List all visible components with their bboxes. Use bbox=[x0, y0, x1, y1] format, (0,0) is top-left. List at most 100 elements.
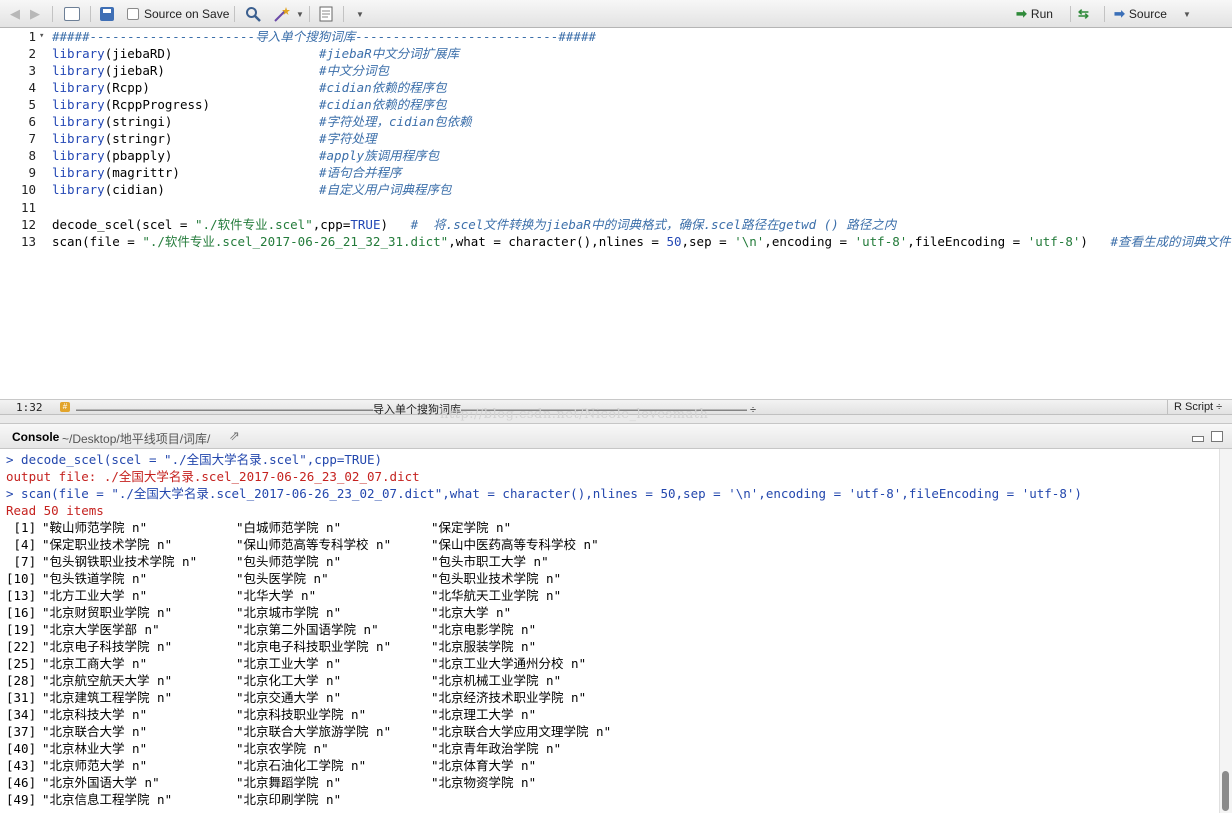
console-output-row: [19] "北京大学医学部 n" "北京第二外国语学院 n" "北京电影学院 n" bbox=[6, 621, 1206, 638]
scrollbar-thumb[interactable] bbox=[1222, 771, 1229, 811]
output-value: "北京信息工程学院 n" bbox=[42, 792, 173, 807]
save-icon[interactable] bbox=[100, 5, 114, 23]
output-value: "保定学院 n" bbox=[431, 520, 512, 535]
code-line[interactable]: 6 library(stringi) #字符处理，cidian包依赖 bbox=[0, 113, 1232, 130]
output-value: "包头医学院 n" bbox=[236, 571, 329, 586]
code-line[interactable]: 12 decode_scel(scel = "./软件专业.scel",cpp=T… bbox=[0, 216, 1232, 233]
watermark: http://blog.csdn.net/Nicole_lovesmath bbox=[440, 407, 709, 422]
code-text: #####----------------------导入单个搜狗词库-----… bbox=[52, 28, 596, 45]
toolbar-divider bbox=[343, 6, 344, 22]
console-output-row: [46] "北京外国语大学 n" "北京舞蹈学院 n" "北京物资学院 n" bbox=[6, 774, 1206, 791]
console-output-row: [7] "包头钢铁职业技术学院 n" "包头师范学院 n" "包头市职工大学 n" bbox=[6, 553, 1206, 570]
code-token: "./软件专业.scel_2017-06-26_21_32_31.dict" bbox=[142, 233, 449, 249]
source-on-save-checkbox[interactable] bbox=[127, 5, 139, 23]
chevron-down-icon[interactable]: ▼ bbox=[356, 5, 364, 23]
line-number: 9 bbox=[28, 165, 36, 181]
code-editor[interactable]: 1 ▾ #####----------------------导入单个搜狗词库---… bbox=[0, 28, 1232, 399]
code-comment: #语句合并程序 bbox=[319, 165, 402, 181]
code-line[interactable]: 3 library(jiebaR) #中文分词包 bbox=[0, 62, 1232, 79]
toolbar-divider bbox=[1104, 6, 1105, 22]
line-number: 3 bbox=[28, 63, 36, 79]
source-arrow-icon: ➡ bbox=[1114, 6, 1125, 21]
console-output[interactable]: > decode_scel(scel = "./全国大学名录.scel",cpp… bbox=[0, 449, 1219, 813]
output-value: "保定职业技术学院 n" bbox=[42, 537, 173, 552]
code-line[interactable]: 13 scan(file = "./软件专业.scel_2017-06-26_21… bbox=[0, 233, 1232, 250]
output-index: [10] bbox=[6, 571, 37, 586]
code-line[interactable]: 9 library(magrittr) #语句合并程序 bbox=[0, 164, 1232, 181]
code-line[interactable]: 10 library(cidian) #自定义用户词典程序包 bbox=[0, 181, 1232, 198]
output-value: "北京科技职业学院 n" bbox=[236, 707, 367, 722]
code-line[interactable]: 5 library(RcppProgress) #cidian依赖的程序包 bbox=[0, 96, 1232, 113]
output-value: "北京建筑工程学院 n" bbox=[42, 690, 173, 705]
compile-report-icon[interactable] bbox=[318, 5, 334, 23]
code-token: (jiebaRD) bbox=[104, 46, 173, 62]
chevron-down-icon[interactable]: ▼ bbox=[1183, 5, 1191, 23]
console-output-row: [1] "鞍山师范学院 n" "白城师范学院 n" "保定学院 n" bbox=[6, 519, 1206, 536]
line-number: 11 bbox=[20, 199, 36, 215]
code-token: library bbox=[52, 97, 105, 113]
output-value: "北京联合大学 n" bbox=[42, 724, 148, 739]
code-line[interactable]: 7 library(stringr) #字符处理 bbox=[0, 130, 1232, 147]
output-value: "北京第二外国语学院 n" bbox=[236, 622, 379, 637]
output-index: [4] bbox=[6, 537, 37, 552]
code-line[interactable]: 2 library(jiebaRD) #jiebaR中文分词扩展库 bbox=[0, 45, 1232, 62]
back-arrow-icon[interactable]: ◀ bbox=[10, 5, 20, 23]
code-line[interactable]: 8 library(pbapply) #apply族调用程序包 bbox=[0, 147, 1232, 164]
code-line[interactable]: 4 library(Rcpp) #cidian依赖的程序包 bbox=[0, 79, 1232, 96]
file-type-selector[interactable]: R Script ÷ bbox=[1174, 401, 1222, 413]
output-value: "保山师范高等专科学校 n" bbox=[236, 537, 392, 552]
output-value: "北京化工大学 n" bbox=[236, 673, 342, 688]
code-text: library(jiebaR) bbox=[52, 62, 165, 79]
code-text: library(stringr) bbox=[52, 130, 172, 147]
section-icon: # bbox=[60, 402, 70, 412]
console-output-row: [49] "北京信息工程学院 n" "北京印刷学院 n" bbox=[6, 791, 1206, 808]
code-token: library bbox=[52, 80, 105, 96]
output-value: "包头钢铁职业技术学院 n" bbox=[42, 554, 198, 569]
code-token: ,encoding = bbox=[764, 233, 855, 249]
output-value: "北华航天工业学院 n" bbox=[431, 588, 562, 603]
code-token: 'utf-8' bbox=[1027, 233, 1081, 249]
line-number: 7 bbox=[28, 131, 36, 147]
code-token: library bbox=[52, 148, 105, 164]
console-scrollbar[interactable] bbox=[1219, 449, 1232, 813]
code-token: (RcppProgress) bbox=[104, 97, 211, 113]
code-line[interactable]: 11 bbox=[0, 199, 1232, 216]
maximize-icon[interactable] bbox=[1211, 431, 1223, 442]
code-tools-wand-icon[interactable] bbox=[273, 5, 291, 23]
minimize-icon[interactable] bbox=[1192, 436, 1204, 442]
output-value: "北京青年政治学院 n" bbox=[431, 741, 562, 756]
line-number: 12 bbox=[20, 216, 36, 232]
search-icon[interactable] bbox=[245, 5, 261, 23]
output-index: [1] bbox=[6, 520, 37, 535]
output-index: [31] bbox=[6, 690, 37, 705]
output-value: "北京印刷学院 n" bbox=[236, 792, 342, 807]
console-tab[interactable]: Console bbox=[12, 430, 59, 444]
line-number: 1 bbox=[28, 29, 36, 44]
code-token: scan(file = bbox=[52, 233, 143, 249]
code-token: TRUE bbox=[350, 216, 381, 232]
show-in-window-icon[interactable] bbox=[64, 5, 80, 23]
chevron-down-icon[interactable]: ▼ bbox=[296, 5, 304, 23]
console-header: Console ~/Desktop/地平线项目/词库/ ⇗ bbox=[0, 424, 1232, 449]
output-value: "北京服装学院 n" bbox=[431, 639, 537, 654]
line-number: 4 bbox=[28, 80, 36, 96]
line-number: 2 bbox=[28, 46, 36, 62]
code-token: (stringr) bbox=[104, 131, 173, 147]
code-line[interactable]: 1 ▾ #####----------------------导入单个搜狗词库---… bbox=[0, 28, 1232, 45]
code-text: library(RcppProgress) bbox=[52, 96, 210, 113]
fold-icon[interactable]: ▾ bbox=[39, 28, 44, 45]
output-value: "北京物资学院 n" bbox=[431, 775, 537, 790]
output-value: "包头师范学院 n" bbox=[236, 554, 342, 569]
rerun-icon[interactable]: ⇆ bbox=[1078, 5, 1089, 23]
forward-arrow-icon[interactable]: ▶ bbox=[30, 5, 40, 23]
run-button[interactable]: ➡ Run bbox=[1016, 5, 1053, 23]
code-token: "./软件专业.scel" bbox=[195, 216, 313, 232]
output-value: "北京联合大学旅游学院 n" bbox=[236, 724, 392, 739]
output-index: [49] bbox=[6, 792, 37, 807]
output-value: "北京机械工业学院 n" bbox=[431, 673, 562, 688]
status-divider bbox=[1167, 400, 1168, 414]
source-on-save-label[interactable]: Source on Save bbox=[144, 5, 229, 23]
output-value: "北京师范大学 n" bbox=[42, 758, 148, 773]
go-to-directory-icon[interactable]: ⇗ bbox=[229, 428, 240, 444]
source-button[interactable]: ➡ Source bbox=[1114, 5, 1167, 23]
